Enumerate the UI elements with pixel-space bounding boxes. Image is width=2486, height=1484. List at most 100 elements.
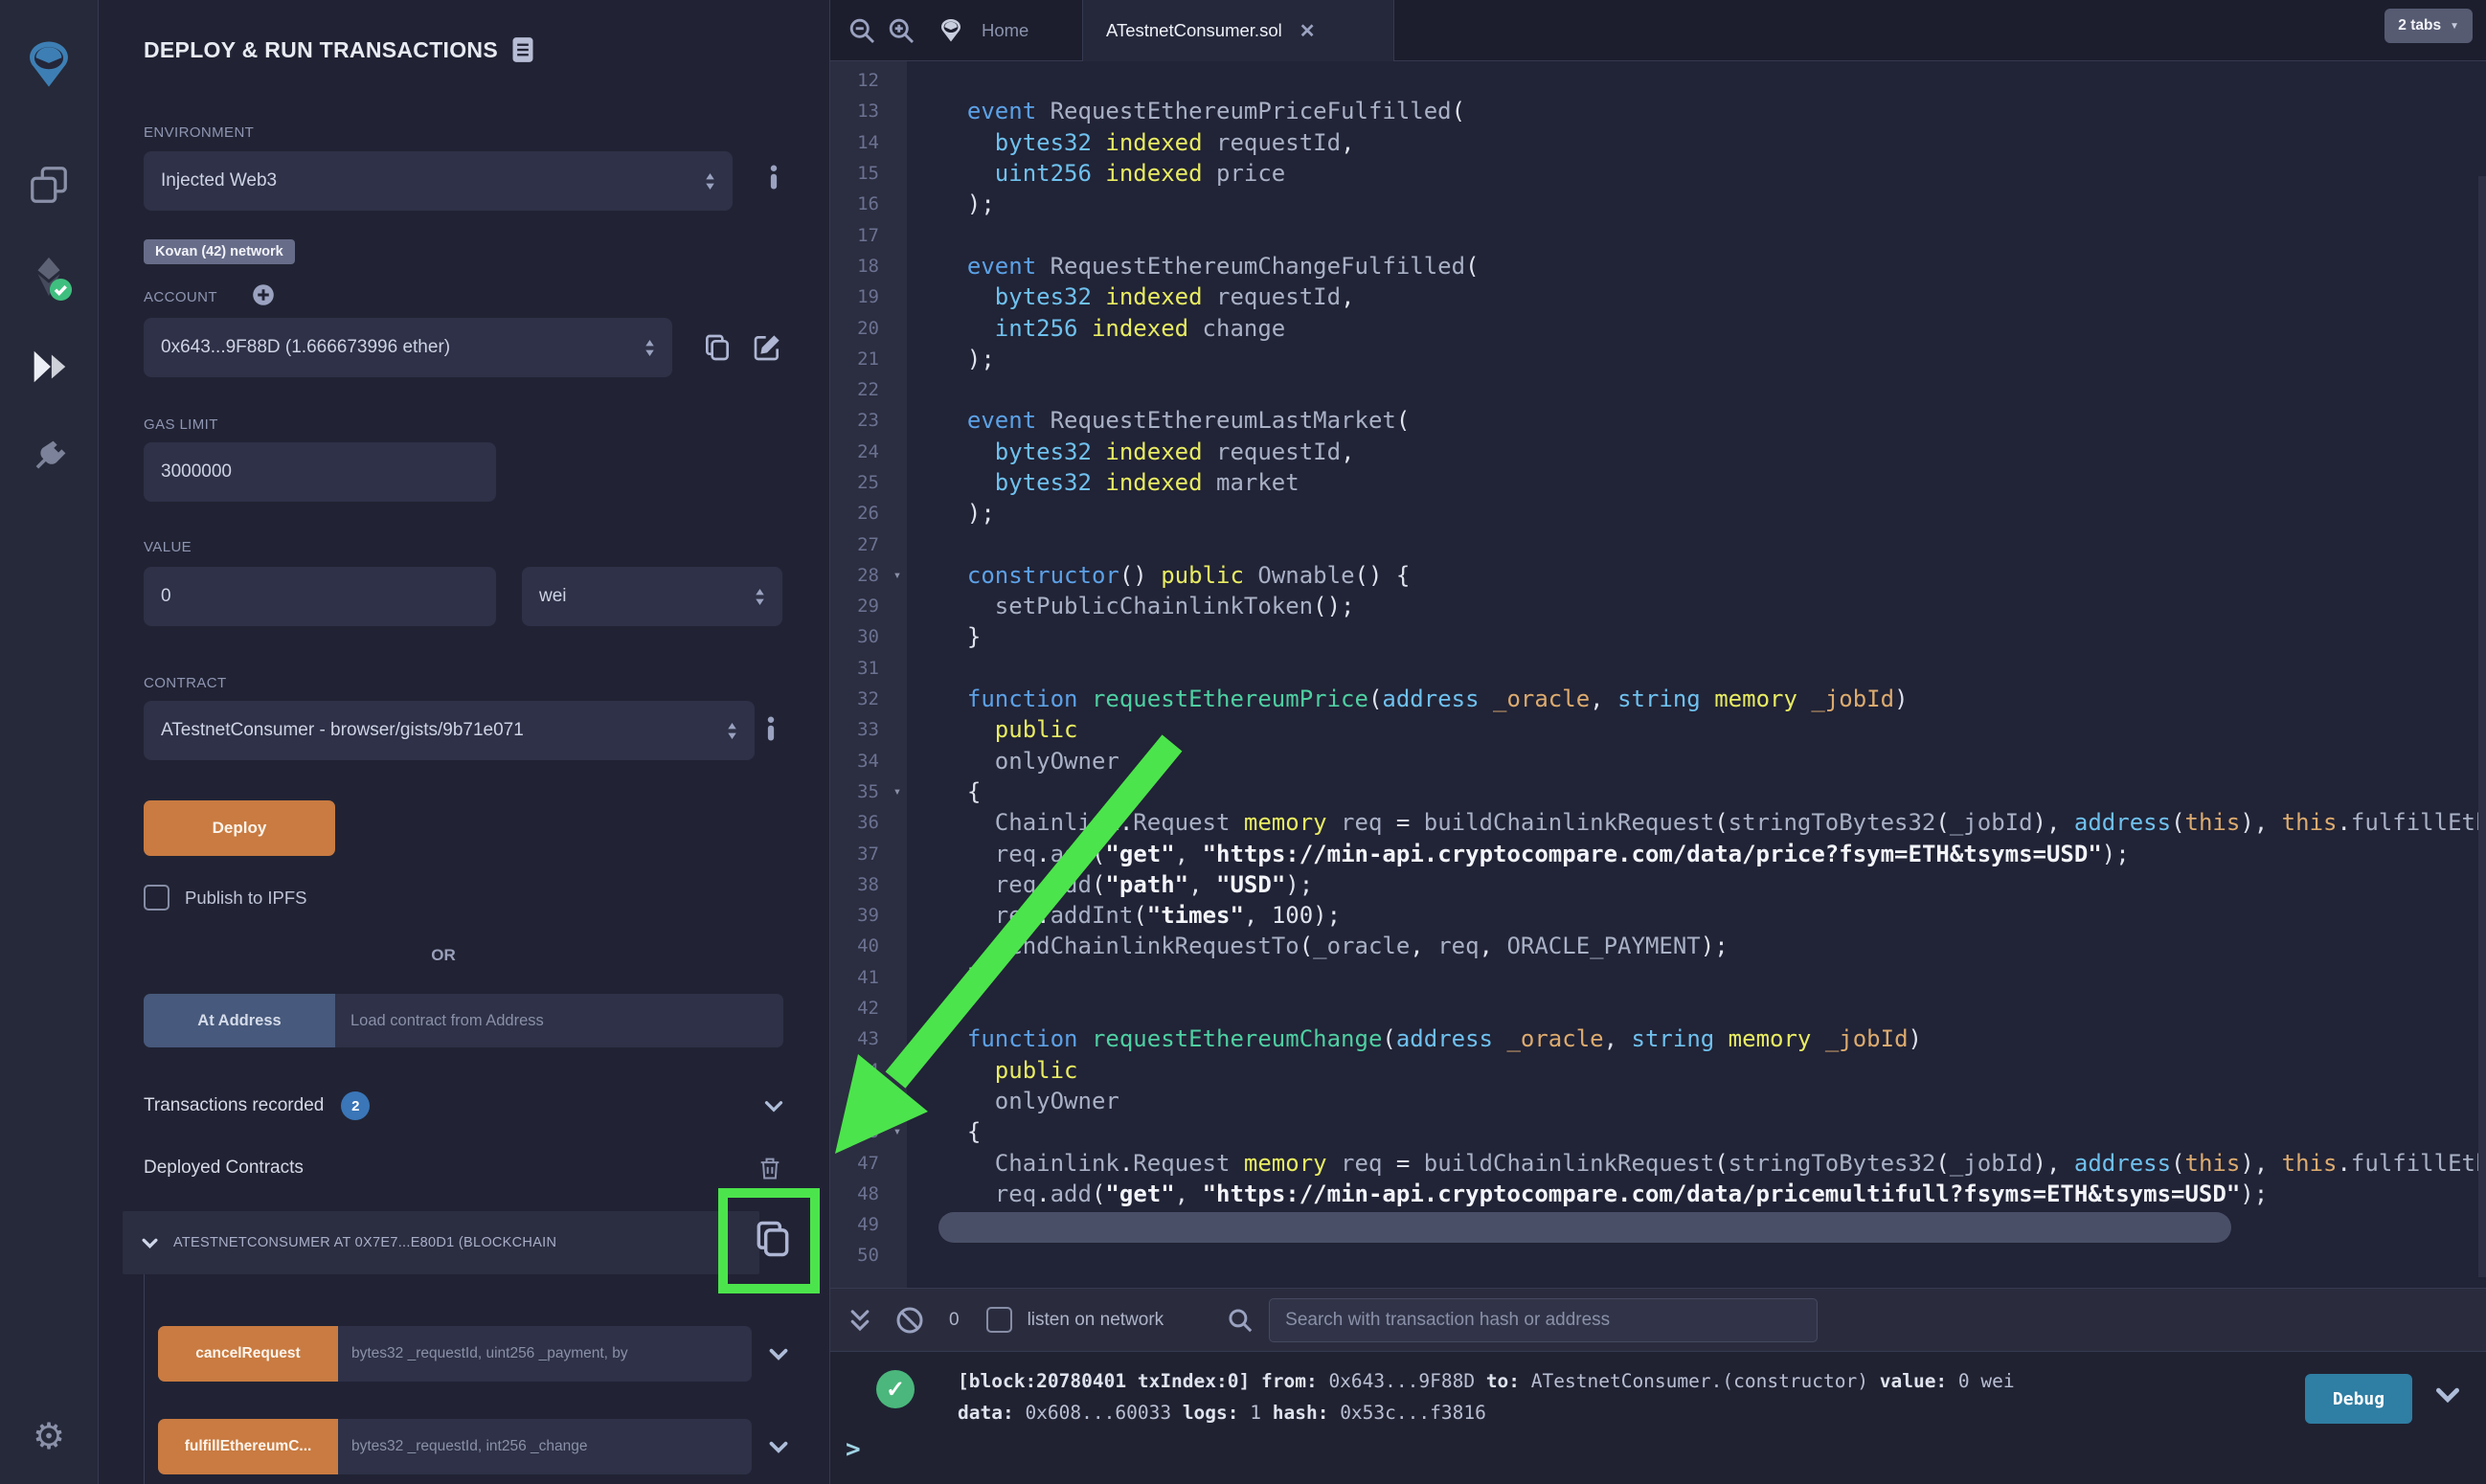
remix-home-icon <box>936 15 966 46</box>
value-input[interactable] <box>161 567 479 626</box>
line-number: 37 <box>830 843 886 865</box>
transactions-recorded-row[interactable]: Transactions recorded 2 <box>144 1091 783 1120</box>
terminal-prompt[interactable]: > <box>846 1435 861 1464</box>
code-line: 16 ); <box>830 189 2486 219</box>
fulfill-ethereum-change-button[interactable]: fulfillEthereumC... <box>158 1419 338 1474</box>
environment-select[interactable]: Injected Web3 <box>144 151 733 211</box>
tab-atestnetconsumer[interactable]: ATestnetConsumer.sol ✕ <box>1082 0 1394 61</box>
expand-log-chevron-icon[interactable] <box>2435 1387 2460 1403</box>
line-number: 34 <box>830 751 886 772</box>
close-tab-icon[interactable]: ✕ <box>1300 19 1316 43</box>
account-label: ACCOUNT <box>144 289 217 305</box>
code-line: 23 event RequestEthereumLastMarket( <box>830 405 2486 436</box>
terminal-panel: 0 listen on network ✓ [block:20780401 tx… <box>830 1288 2486 1484</box>
line-number: 42 <box>830 998 886 1019</box>
deploy-run-icon[interactable] <box>27 345 71 389</box>
gas-limit-input-wrap <box>144 442 496 502</box>
fold-marker-icon[interactable]: ▾ <box>886 1124 909 1139</box>
gas-limit-label: GAS LIMIT <box>144 416 218 433</box>
fold-marker-icon[interactable]: ▾ <box>886 784 909 799</box>
line-number: 27 <box>830 534 886 555</box>
fulfill-params-input[interactable] <box>351 1419 738 1474</box>
horizontal-scrollbar[interactable] <box>938 1212 2231 1243</box>
pending-tx-count: 0 <box>949 1310 960 1331</box>
code-line: 47 Chainlink.Request memory req = buildC… <box>830 1147 2486 1178</box>
code-editor[interactable]: 12 13 event RequestEthereumPriceFulfilled… <box>830 61 2486 1288</box>
environment-label: ENVIRONMENT <box>144 124 254 141</box>
cancel-request-params-input[interactable] <box>351 1326 738 1382</box>
line-number: 21 <box>830 349 886 370</box>
line-number: 48 <box>830 1183 886 1204</box>
terminal-search-wrap <box>1269 1298 1818 1342</box>
line-number: 18 <box>830 256 886 277</box>
remix-logo <box>21 36 77 92</box>
settings-gear-icon[interactable]: ⚙ <box>33 1415 65 1458</box>
line-number: 22 <box>830 379 886 400</box>
chevron-down-icon[interactable] <box>142 1238 158 1248</box>
network-badge: Kovan (42) network <box>144 239 295 264</box>
or-separator: OR <box>99 946 788 965</box>
contract-select[interactable]: ATestnetConsumer - browser/gists/9b71e07… <box>144 701 755 760</box>
clear-console-icon[interactable] <box>895 1306 924 1335</box>
line-number: 38 <box>830 874 886 895</box>
line-number: 36 <box>830 812 886 833</box>
at-address-button[interactable]: At Address <box>144 994 335 1047</box>
chevron-down-icon[interactable] <box>769 1441 788 1453</box>
add-account-icon[interactable] <box>252 283 275 306</box>
line-number: 49 <box>830 1214 886 1235</box>
listen-network-checkbox[interactable] <box>986 1307 1012 1333</box>
code-line: 14 bytes32 indexed requestId, <box>830 127 2486 158</box>
at-address-input[interactable] <box>350 994 768 1047</box>
vertical-scrollbar[interactable] <box>2478 176 2486 1277</box>
terminal-search-input[interactable] <box>1285 1299 1801 1341</box>
zoom-out-icon[interactable] <box>848 16 876 45</box>
line-number: 45 <box>830 1091 886 1112</box>
copy-account-icon[interactable] <box>702 332 733 363</box>
line-number: 15 <box>830 163 886 184</box>
line-number: 13 <box>830 101 886 122</box>
code-line: 21 ); <box>830 344 2486 374</box>
line-number: 19 <box>830 286 886 307</box>
transaction-log-entry[interactable]: [block:20780401 txIndex:0] from: 0x643..… <box>958 1365 2015 1428</box>
line-number: 35 <box>830 781 886 802</box>
code-line: 20 int256 indexed change <box>830 312 2486 343</box>
line-number: 23 <box>830 410 886 431</box>
doc-icon[interactable] <box>511 36 534 63</box>
tabs-count-button[interactable]: 2 tabs▼ <box>2384 9 2473 43</box>
solidity-compiler-icon[interactable] <box>25 254 73 302</box>
function-params-input-wrap <box>338 1326 752 1382</box>
line-number: 12 <box>830 70 886 91</box>
plugin-manager-icon[interactable] <box>28 437 70 479</box>
chevron-down-icon[interactable] <box>764 1100 783 1113</box>
debug-button[interactable]: Debug <box>2305 1374 2412 1424</box>
expand-terminal-icon[interactable] <box>849 1308 870 1333</box>
select-arrows-icon <box>755 589 765 605</box>
file-explorer-icon[interactable] <box>27 163 71 207</box>
value-unit-select[interactable]: wei <box>522 567 782 626</box>
account-select[interactable]: 0x643...9F88D (1.666673996 ether) <box>144 318 672 377</box>
caret-down-icon: ▼ <box>2450 21 2459 32</box>
chevron-down-icon[interactable] <box>769 1348 788 1360</box>
code-line: 13 event RequestEthereumPriceFulfilled( <box>830 96 2486 126</box>
fold-marker-icon[interactable]: ▾ <box>886 568 909 583</box>
publish-ipfs-checkbox[interactable] <box>144 885 170 911</box>
trash-icon[interactable] <box>757 1154 783 1182</box>
environment-info-icon[interactable] <box>769 165 779 190</box>
line-number: 46 <box>830 1121 886 1142</box>
deployed-contract-header[interactable]: ATESTNETCONSUMER AT 0X7E7...E80D1 (BLOCK… <box>123 1211 759 1274</box>
line-number: 50 <box>830 1245 886 1266</box>
edit-account-icon[interactable] <box>752 332 782 363</box>
code-line: 40 sendChainlinkRequestTo(_oracle, req, … <box>830 931 2486 961</box>
code-line: 26 ); <box>830 498 2486 528</box>
contract-label: CONTRACT <box>144 675 227 691</box>
gas-limit-input[interactable] <box>161 442 479 502</box>
code-line: 48 req.add("get", "https://min-api.crypt… <box>830 1179 2486 1209</box>
zoom-in-icon[interactable] <box>887 16 915 45</box>
code-line: 35▾ { <box>830 776 2486 807</box>
publish-ipfs-row: Publish to IPFS <box>144 885 307 911</box>
line-number: 31 <box>830 658 886 679</box>
contract-info-icon[interactable] <box>766 716 776 741</box>
cancel-request-button[interactable]: cancelRequest <box>158 1326 338 1382</box>
deploy-button[interactable]: Deploy <box>144 800 335 856</box>
tab-home[interactable]: Home <box>922 0 1042 61</box>
